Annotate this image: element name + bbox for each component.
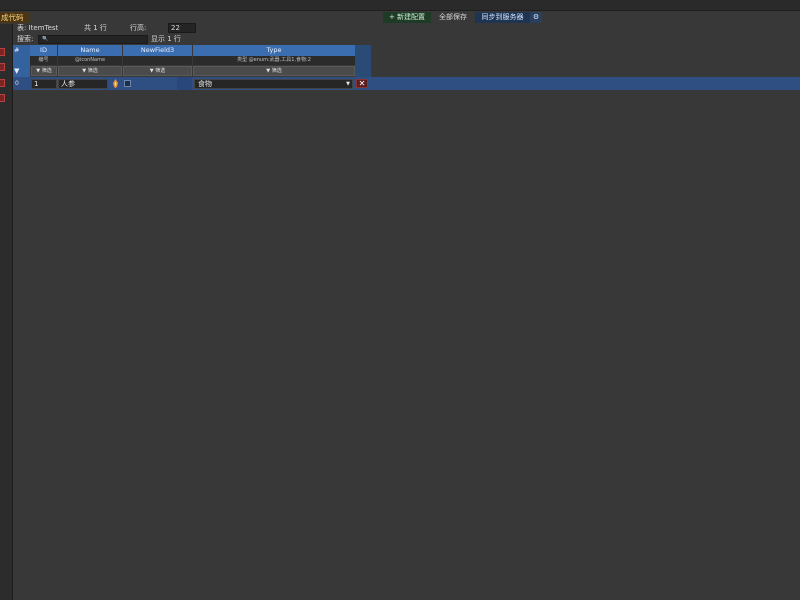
column-header-name[interactable]: Name <box>58 45 122 56</box>
column-header-newfield3[interactable]: NewField3 <box>123 45 192 56</box>
row-cell-filler <box>177 77 192 90</box>
table-row[interactable] <box>13 77 800 90</box>
table-name-label: 表: ItemTest <box>17 24 59 32</box>
type-dropdown-value: 食物 <box>198 80 212 88</box>
name-cell-input[interactable]: 人参 <box>58 79 108 89</box>
filter-toggle-icon[interactable]: ▼ <box>14 67 22 76</box>
sync-to-server-button[interactable]: 同步到服务器 <box>475 12 530 23</box>
column-subtitle-type: 类型 @enum:武器,工具1,食物:2 <box>193 56 355 65</box>
search-input[interactable]: 🔍 <box>38 35 148 44</box>
column-header-type[interactable]: Type <box>193 45 355 56</box>
save-all-button[interactable]: 全部保存 <box>434 12 472 23</box>
column-subtitle-name: @iconName <box>58 56 122 65</box>
showing-rows-label: 显示 1 行 <box>151 35 181 43</box>
column-header-id[interactable]: ID <box>30 45 57 56</box>
column-subtitle-id: 编号 <box>30 56 57 65</box>
type-dropdown[interactable]: 食物 ▼ <box>194 79 353 89</box>
filter-button-name[interactable]: ▼ 筛选 <box>58 66 122 76</box>
sidebar-red-button[interactable] <box>0 63 5 71</box>
row-height-label: 行高: <box>130 24 147 32</box>
row-height-input[interactable]: 22 <box>168 23 196 33</box>
row-index: 0 <box>15 80 19 87</box>
delete-row-button[interactable]: ✕ <box>356 79 368 88</box>
actions-column-header <box>355 45 371 77</box>
total-rows-label: 共 1 行 <box>84 24 107 32</box>
top-bar <box>0 0 800 11</box>
sidebar-red-button[interactable] <box>0 79 5 87</box>
filter-button-newfield3[interactable]: ▼ 筛选 <box>123 66 192 76</box>
newfield3-checkbox[interactable] <box>124 80 131 87</box>
column-subtitle-newfield3 <box>123 56 192 65</box>
item-icon[interactable] <box>111 78 120 89</box>
new-config-button[interactable]: + 新建配置 <box>383 12 431 23</box>
left-sidebar-strip <box>0 24 13 600</box>
filter-button-id[interactable]: ▼ 筛选 <box>31 66 57 76</box>
sidebar-red-button[interactable] <box>0 48 5 56</box>
search-icon: 🔍 <box>42 36 49 42</box>
search-label: 搜索: <box>17 35 34 43</box>
filter-button-type[interactable]: ▼ 筛选 <box>193 66 355 76</box>
generate-code-button[interactable]: 成代码 <box>0 12 29 23</box>
chevron-down-icon: ▼ <box>346 81 350 87</box>
gear-icon[interactable]: ⚙ <box>530 12 542 23</box>
sidebar-red-button[interactable] <box>0 94 5 102</box>
id-cell-input[interactable]: 1 <box>31 79 57 89</box>
